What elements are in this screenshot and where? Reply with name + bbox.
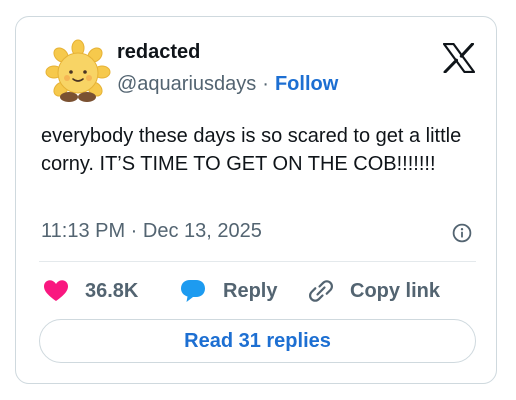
like-button[interactable]: 36.8K bbox=[43, 276, 138, 306]
reply-button[interactable]: Reply bbox=[179, 276, 277, 306]
author-meta: @aquariusdays · Follow bbox=[117, 73, 338, 96]
info-icon[interactable] bbox=[452, 223, 472, 243]
read-replies-button[interactable]: Read 31 replies bbox=[39, 319, 476, 363]
reply-label: Reply bbox=[223, 279, 278, 302]
read-replies-label: Read 31 replies bbox=[184, 329, 331, 352]
link-icon bbox=[309, 280, 333, 302]
heart-icon bbox=[44, 280, 68, 301]
copy-link-button[interactable]: Copy link bbox=[308, 276, 440, 306]
sun-plush-avatar-icon bbox=[45, 39, 111, 102]
separator-dot: · bbox=[262, 73, 269, 95]
author-name[interactable]: redacted bbox=[117, 41, 200, 64]
author-handle[interactable]: @aquariusdays bbox=[117, 73, 256, 95]
avatar[interactable] bbox=[44, 39, 112, 107]
post-text: everybody these days is so scared to get… bbox=[41, 125, 462, 175]
x-logo-icon[interactable] bbox=[442, 42, 476, 74]
post-timestamp[interactable]: 11:13 PM · Dec 13, 2025 bbox=[41, 220, 262, 243]
like-count: 36.8K bbox=[85, 279, 139, 302]
post-card: redacted @aquariusdays · Follow everybody … bbox=[15, 16, 497, 384]
divider bbox=[39, 261, 476, 262]
follow-button[interactable]: Follow bbox=[275, 73, 338, 95]
copy-link-label: Copy link bbox=[350, 279, 441, 302]
speech-bubble-icon bbox=[181, 280, 205, 302]
